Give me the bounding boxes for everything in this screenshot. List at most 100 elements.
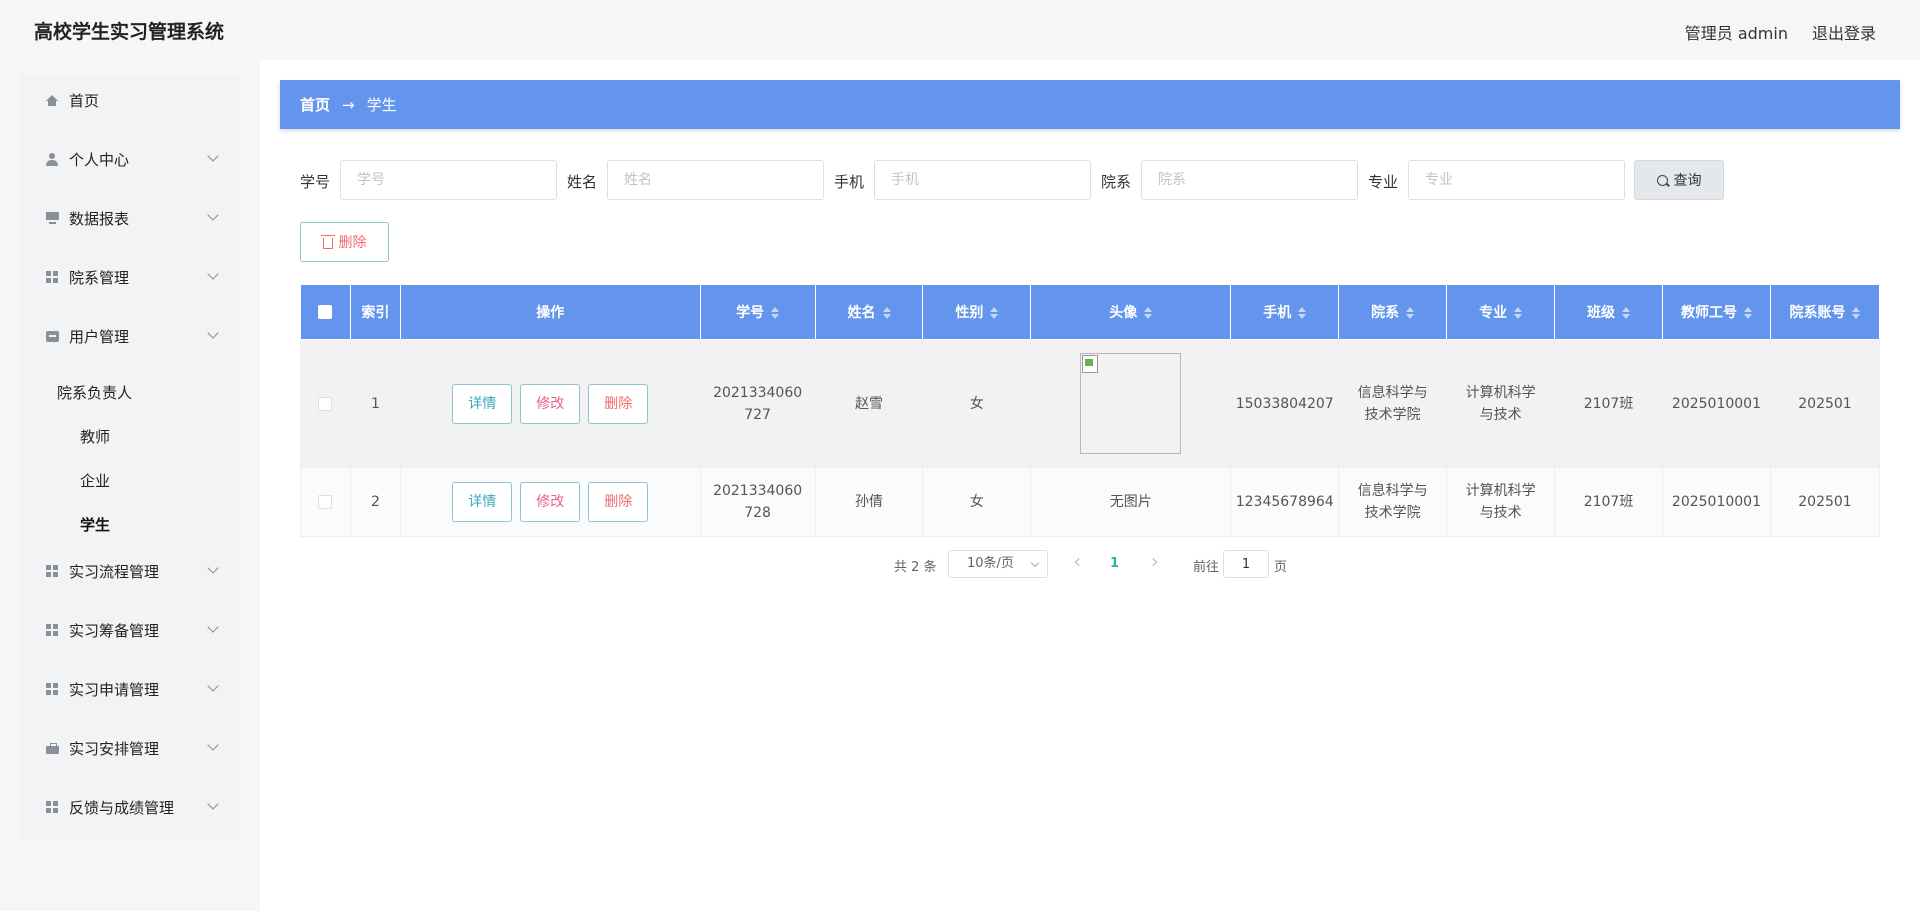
name-cell: 赵雪: [814, 339, 924, 468]
dept-account-cell: 202501: [1769, 339, 1881, 468]
student-id-label: 学号: [300, 173, 331, 191]
sidebar-subitem-teacher[interactable]: 教师: [80, 426, 110, 447]
sidebar-item-internship-arrange[interactable]: 实习安排管理: [20, 723, 240, 773]
chevron-down-icon: [207, 739, 219, 751]
sidebar-item-internship-apply[interactable]: 实习申请管理: [20, 664, 240, 714]
department-input[interactable]: [1141, 160, 1358, 200]
current-user-label[interactable]: 管理员 admin: [1685, 20, 1788, 44]
select-all-cell: [300, 284, 351, 340]
column-header-phone[interactable]: 手机: [1230, 284, 1340, 340]
detail-button[interactable]: 详情: [452, 482, 513, 522]
sidebar-item-user-mgmt[interactable]: 用户管理: [20, 311, 240, 361]
edit-button[interactable]: 修改: [520, 482, 581, 522]
pagination: 共 2 条 10条/页 1 前往 页: [0, 550, 1920, 578]
column-header-student-id[interactable]: 学号: [699, 284, 816, 340]
breadcrumb-home[interactable]: 首页: [300, 94, 330, 115]
chevron-down-icon: [207, 209, 219, 221]
sidebar-item-personal-center[interactable]: 个人中心: [20, 134, 240, 184]
delete-button[interactable]: 删除: [588, 383, 649, 424]
column-header-avatar[interactable]: 头像: [1030, 284, 1232, 340]
row-checkbox[interactable]: [318, 495, 333, 509]
avatar-cell: 无图片: [1030, 467, 1232, 537]
batch-delete-button[interactable]: 删除: [300, 222, 389, 262]
student-id-input[interactable]: [340, 160, 557, 200]
goto-label: 前往: [1193, 560, 1220, 575]
column-header-name[interactable]: 姓名: [814, 284, 924, 340]
name-input[interactable]: [607, 160, 824, 200]
logout-link[interactable]: 退出登录: [1812, 20, 1876, 44]
column-header-dept-account[interactable]: 院系账号: [1769, 284, 1881, 340]
row-checkbox[interactable]: [318, 396, 333, 411]
edit-button[interactable]: 修改: [520, 383, 581, 424]
column-header-label: 操作: [536, 305, 565, 321]
query-button[interactable]: 查询: [1634, 160, 1724, 200]
home-icon: [45, 93, 59, 107]
sort-icon[interactable]: [1406, 307, 1415, 319]
sort-icon[interactable]: [1298, 307, 1307, 319]
batch-delete-label: 删除: [338, 235, 367, 251]
sort-icon[interactable]: [1144, 307, 1153, 319]
select-all-checkbox[interactable]: [318, 305, 333, 319]
sort-icon[interactable]: [990, 307, 999, 319]
column-header-label: 教师工号: [1680, 305, 1737, 321]
column-header-label: 姓名: [847, 305, 876, 321]
page-size-select[interactable]: 10条/页: [948, 550, 1048, 578]
trash-icon: [320, 234, 335, 249]
delete-button[interactable]: 删除: [588, 482, 649, 522]
department-label: 院系: [1101, 173, 1132, 191]
row-select-cell: [300, 339, 351, 468]
sidebar-item-internship-prep[interactable]: 实习筹备管理: [20, 605, 240, 655]
sidebar-subitem-dept-head[interactable]: 院系负责人: [57, 382, 132, 403]
column-header-major[interactable]: 专业: [1446, 284, 1556, 340]
student-id-cell: 2021334060727: [699, 339, 816, 468]
sidebar-item-label: 用户管理: [69, 327, 130, 346]
column-header-label: 院系账号: [1789, 305, 1846, 321]
chevron-down-icon: [207, 680, 219, 692]
chevron-down-icon: [207, 798, 219, 810]
actions-cell: 详情 修改 删除: [399, 339, 701, 468]
sidebar-subitem-student[interactable]: 学生: [80, 514, 110, 535]
column-header-teacher-id[interactable]: 教师工号: [1661, 284, 1771, 340]
sort-icon[interactable]: [882, 307, 891, 319]
column-header-department[interactable]: 院系: [1338, 284, 1448, 340]
sidebar-item-home[interactable]: 首页: [20, 75, 240, 125]
column-header-label: 专业: [1479, 305, 1508, 321]
prev-page-icon[interactable]: [1074, 557, 1084, 567]
sidebar-subitem-enterprise[interactable]: 企业: [80, 470, 110, 491]
department-cell: 信息科学与技术学院: [1338, 339, 1448, 468]
phone-input[interactable]: [874, 160, 1091, 200]
sidebar-item-data-reports[interactable]: 数据报表: [20, 193, 240, 243]
major-input[interactable]: [1408, 160, 1625, 200]
user-icon: [45, 152, 59, 166]
sidebar-item-label: 实习安排管理: [69, 739, 160, 758]
detail-button[interactable]: 详情: [452, 383, 513, 424]
column-header-actions: 操作: [399, 284, 701, 340]
chat-icon: [45, 329, 59, 343]
chevron-down-icon: [207, 268, 219, 280]
class-cell: 2107班: [1554, 339, 1663, 468]
chevron-down-icon: [207, 150, 219, 162]
gender-cell: 女: [922, 339, 1032, 468]
goto-page-input[interactable]: [1223, 550, 1269, 578]
sidebar-item-department-mgmt[interactable]: 院系管理: [20, 252, 240, 302]
header-user-area: 管理员 admin 退出登录: [1685, 20, 1876, 44]
column-header-gender[interactable]: 性别: [922, 284, 1032, 340]
next-page-icon[interactable]: [1148, 557, 1158, 567]
department-cell: 信息科学与技术学院: [1338, 467, 1448, 537]
sort-icon[interactable]: [1622, 307, 1631, 319]
column-header-class[interactable]: 班级: [1554, 284, 1663, 340]
page-size-value: 10条/页: [967, 556, 1014, 571]
column-header-label: 院系: [1371, 305, 1400, 321]
page-number-current[interactable]: 1: [1110, 556, 1119, 571]
gender-cell: 女: [922, 467, 1032, 537]
student-table: 索引 操作 学号 姓名 性别 头像 手机 院系 专业 班级 教师工号 院系账号 …: [300, 284, 1881, 537]
sort-icon[interactable]: [771, 307, 780, 319]
column-header-label: 头像: [1109, 305, 1138, 321]
sidebar-item-label: 首页: [69, 91, 100, 110]
major-cell: 计算机科学与技术: [1446, 467, 1556, 537]
student-id-cell: 2021334060728: [699, 467, 816, 537]
sort-icon[interactable]: [1743, 307, 1752, 319]
sort-icon[interactable]: [1852, 307, 1861, 319]
sidebar-item-feedback-grades[interactable]: 反馈与成绩管理: [20, 782, 240, 832]
sort-icon[interactable]: [1514, 307, 1523, 319]
